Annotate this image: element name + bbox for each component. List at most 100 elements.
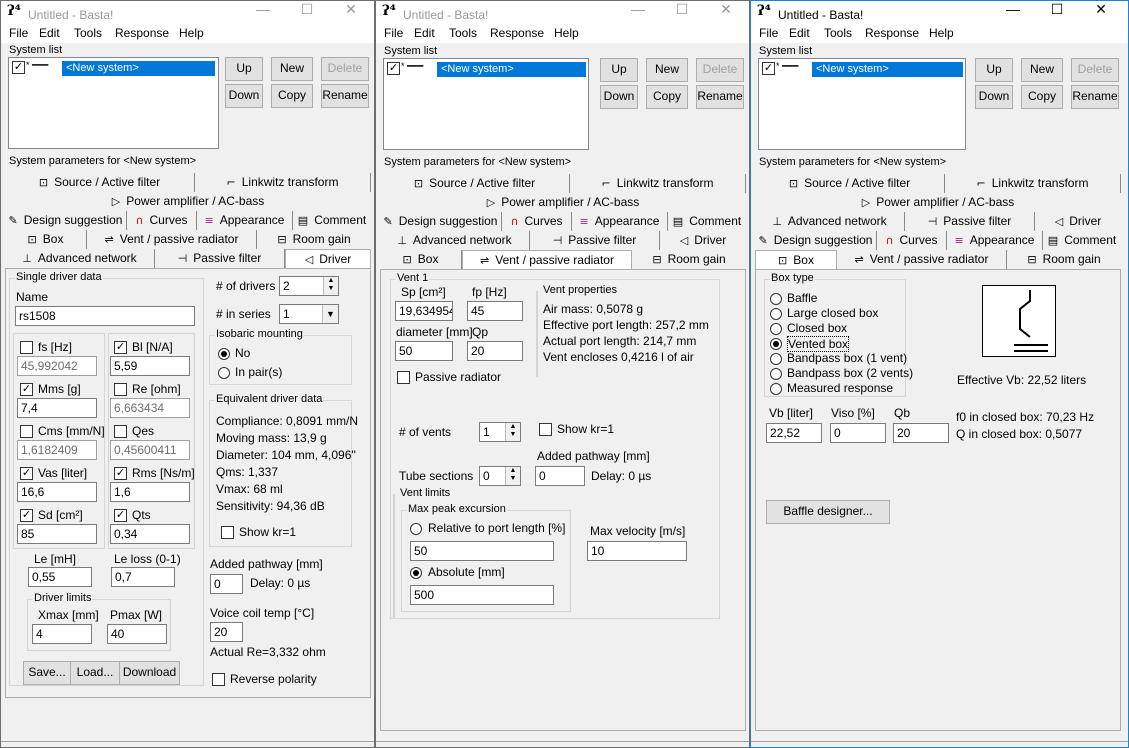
tab-power[interactable]: ▷ Power amplifier / AC-bass: [380, 193, 746, 212]
menu-file[interactable]: File: [9, 26, 28, 40]
leloss-input[interactable]: 0,7: [111, 567, 175, 587]
close-icon[interactable]: ✕: [1079, 1, 1123, 21]
qp-input[interactable]: 20: [467, 341, 523, 361]
le-input[interactable]: 0,55: [28, 567, 92, 587]
tab-room[interactable]: ⊟ Room gain: [632, 250, 746, 269]
qb-input[interactable]: 20: [893, 423, 949, 443]
load-button[interactable]: Load...: [70, 661, 120, 685]
menu-response[interactable]: Response: [865, 26, 919, 40]
tab-curves[interactable]: ∩ Curves: [877, 231, 947, 250]
maximize-icon[interactable]: ☐: [285, 1, 329, 21]
qts-checkbox[interactable]: ✓: [114, 509, 127, 522]
tab-passive[interactable]: ⊣ Passive filter: [155, 249, 285, 268]
qes-checkbox[interactable]: [114, 425, 127, 438]
vctemp-input[interactable]: 20: [210, 622, 243, 642]
pathway-input[interactable]: 0: [210, 574, 243, 594]
vb-input[interactable]: 22,52: [766, 423, 822, 443]
tab-power[interactable]: ▷ Power amplifier / AC-bass: [755, 193, 1121, 212]
diameter-input[interactable]: 50: [395, 341, 453, 361]
menu-file[interactable]: File: [759, 26, 778, 40]
close-icon[interactable]: ✕: [704, 1, 748, 21]
mms-checkbox[interactable]: ✓: [20, 383, 33, 396]
save-button[interactable]: Save...: [23, 661, 71, 685]
new-button[interactable]: New: [646, 58, 688, 82]
tab-linkwitz[interactable]: ⌐ Linkwitz transform: [945, 174, 1121, 193]
maximize-icon[interactable]: ☐: [660, 1, 704, 21]
tab-appearance[interactable]: ≡ Appearance: [572, 212, 668, 231]
sd-input[interactable]: 85: [17, 524, 97, 544]
tab-comment[interactable]: ▤ Comment: [293, 211, 371, 230]
download-button[interactable]: Download: [119, 661, 180, 685]
pmax-input[interactable]: 40: [107, 624, 167, 644]
driver-name-input[interactable]: rs1508: [15, 306, 195, 326]
tab-driver[interactable]: ◁ Driver: [1035, 212, 1121, 231]
sp-input[interactable]: 19,6349540: [395, 301, 453, 321]
tab-passive[interactable]: ⊣ Passive filter: [530, 231, 660, 250]
vas-input[interactable]: 16,6: [17, 482, 97, 502]
re-checkbox[interactable]: [114, 383, 127, 396]
iso-no-radio[interactable]: [218, 348, 230, 360]
max-velocity-input[interactable]: 10: [587, 541, 687, 561]
tab-power[interactable]: ▷ Power amplifier / AC-bass: [5, 192, 371, 211]
tab-passive[interactable]: ⊣ Passive filter: [905, 212, 1035, 231]
copy-button[interactable]: Copy: [646, 85, 688, 109]
tab-vent[interactable]: ⇌ Vent / passive radiator: [837, 250, 1007, 269]
tab-linkwitz[interactable]: ⌐ Linkwitz transform: [195, 173, 371, 192]
tab-source[interactable]: ⊡ Source / Active filter: [755, 174, 945, 193]
qes-input[interactable]: 0,45600411: [110, 440, 190, 460]
system-checkbox[interactable]: ✓: [12, 61, 25, 74]
box-type-radio-bp2[interactable]: [770, 368, 782, 380]
down-button[interactable]: Down: [600, 85, 638, 109]
tab-room[interactable]: ⊟ Room gain: [257, 230, 371, 249]
mms-input[interactable]: 7,4: [17, 398, 97, 418]
system-item[interactable]: <New system>: [437, 62, 586, 77]
fp-input[interactable]: 45: [467, 301, 523, 321]
tab-box[interactable]: ⊡ Box: [380, 250, 462, 269]
minimize-icon[interactable]: —: [991, 1, 1035, 21]
cms-input[interactable]: 1,6182409: [17, 440, 97, 460]
menu-edit[interactable]: Edit: [414, 26, 435, 40]
tab-advanced[interactable]: ⊥ Advanced network: [5, 249, 155, 268]
tab-source[interactable]: ⊡ Source / Active filter: [5, 173, 195, 192]
absolute-radio[interactable]: [410, 567, 422, 579]
system-list[interactable]: ✓ * ━━━ <New system>: [383, 58, 589, 150]
delete-button[interactable]: Delete: [321, 57, 369, 81]
system-checkbox[interactable]: ✓: [387, 62, 400, 75]
menu-help[interactable]: Help: [929, 26, 954, 40]
system-checkbox[interactable]: ✓: [762, 62, 775, 75]
menu-response[interactable]: Response: [490, 26, 544, 40]
menu-help[interactable]: Help: [554, 26, 579, 40]
relative-radio[interactable]: [410, 523, 422, 535]
re-input[interactable]: 6,663434: [110, 398, 190, 418]
chevron-down-icon[interactable]: ▼: [322, 305, 338, 323]
rms-input[interactable]: 1,6: [110, 482, 190, 502]
num-drivers-spinner[interactable]: ▲ ▼: [323, 277, 338, 295]
fs-input[interactable]: 45,992042: [17, 356, 97, 376]
absolute-input[interactable]: 500: [410, 585, 554, 605]
delete-button[interactable]: Delete: [696, 58, 744, 82]
box-type-radio-closed[interactable]: [770, 323, 782, 335]
copy-button[interactable]: Copy: [1021, 85, 1063, 109]
system-list[interactable]: ✓ * ━━━ <New system>: [8, 57, 219, 149]
down-button[interactable]: Down: [225, 84, 263, 108]
rename-button[interactable]: Rename: [321, 84, 369, 108]
xmax-input[interactable]: 4: [32, 624, 92, 644]
bl-input[interactable]: 5,59: [110, 356, 190, 376]
tab-driver[interactable]: ◁ Driver: [660, 231, 746, 250]
tab-design[interactable]: ✎ Design suggestion: [755, 231, 877, 250]
cms-checkbox[interactable]: [20, 425, 33, 438]
show-kr-checkbox[interactable]: [221, 526, 234, 539]
close-icon[interactable]: ✕: [329, 1, 373, 21]
rms-checkbox[interactable]: ✓: [114, 467, 127, 480]
tab-curves[interactable]: ∩ Curves: [502, 212, 572, 231]
tab-advanced[interactable]: ⊥ Advanced network: [380, 231, 530, 250]
menu-file[interactable]: File: [384, 26, 403, 40]
tab-design[interactable]: ✎ Design suggestion: [380, 212, 502, 231]
menu-tools[interactable]: Tools: [74, 26, 102, 40]
fs-checkbox[interactable]: [20, 341, 33, 354]
tab-vent[interactable]: ⇌ Vent / passive radiator: [87, 230, 257, 249]
baffle-designer-button[interactable]: Baffle designer...: [766, 500, 890, 524]
iso-pairs-radio[interactable]: [218, 367, 230, 379]
tab-appearance[interactable]: ≡ Appearance: [947, 231, 1043, 250]
system-item[interactable]: <New system>: [62, 61, 215, 76]
